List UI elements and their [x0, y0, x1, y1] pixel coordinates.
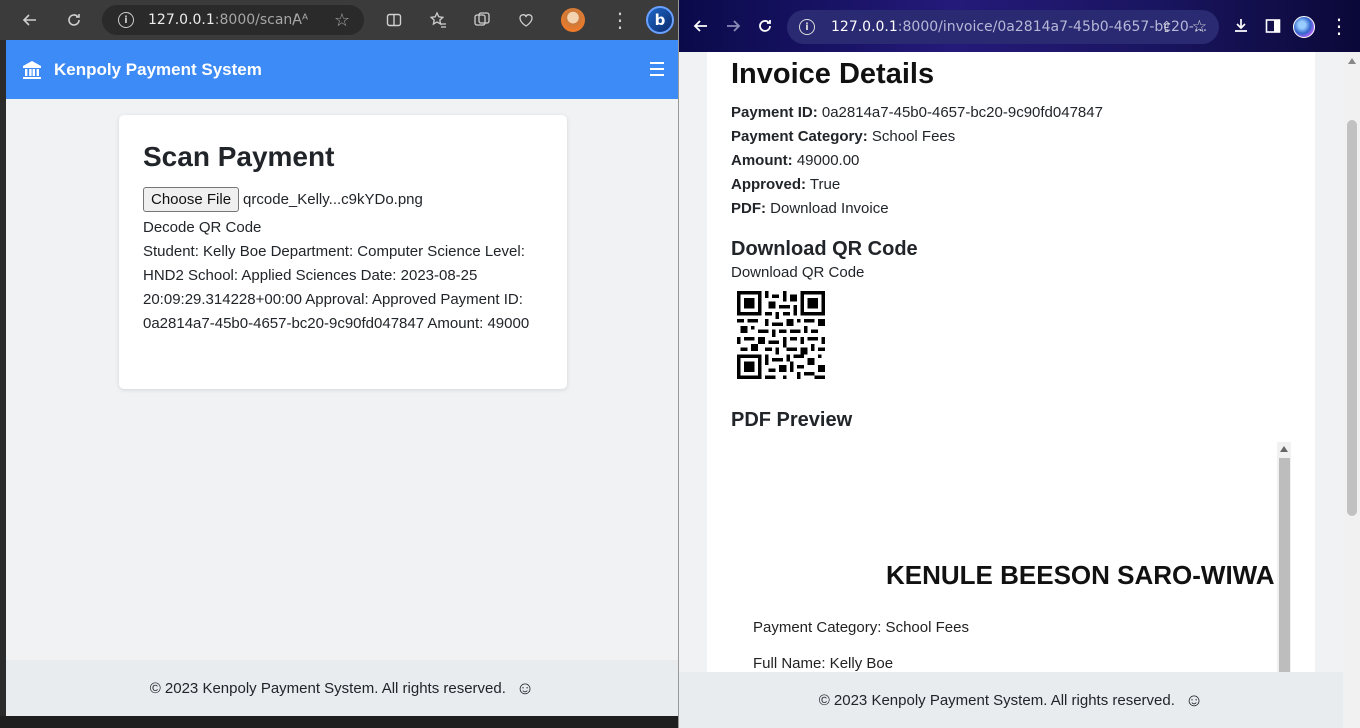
favorite-star-icon[interactable]: ☆: [334, 10, 350, 31]
url-host: 127.0.0.1: [148, 12, 215, 28]
brand-title[interactable]: Kenpoly Payment System: [54, 60, 262, 80]
more-menu-icon[interactable]: ⋮: [1325, 12, 1353, 40]
choose-file-button[interactable]: Choose File: [143, 187, 240, 212]
share-icon[interactable]: ⇪: [1160, 18, 1173, 36]
more-menu-icon[interactable]: ⋮: [606, 6, 634, 34]
chrome-window: i 127.0.0.1:8000/invoice/0a2814a7-45b0-4…: [678, 0, 1360, 728]
url-host: 127.0.0.1: [831, 19, 898, 35]
page-scroll-up-icon[interactable]: [1348, 58, 1356, 64]
qr-code-image[interactable]: [737, 291, 825, 379]
smiley-icon: ☺: [515, 677, 535, 698]
pdf-scrollbar[interactable]: [1277, 442, 1291, 672]
navbar: Kenpoly Payment System: [6, 40, 678, 99]
footer: © 2023 Kenpoly Payment System. All right…: [679, 672, 1343, 728]
payment-id-value: 0a2814a7-45b0-4657-bc20-9c90fd047847: [821, 104, 1103, 121]
profile-avatar[interactable]: [1293, 16, 1315, 38]
smiley-icon: ☺: [1184, 689, 1204, 710]
invoice-page: Invoice Details Payment ID: 0a2814a7-45b…: [679, 52, 1360, 728]
refresh-icon[interactable]: [751, 12, 779, 40]
read-aloud-icon[interactable]: Aᴬ: [292, 12, 308, 28]
payment-id-row: Payment ID: 0a2814a7-45b0-4657-bc20-9c90…: [731, 101, 1315, 125]
file-input[interactable]: Choose File qrcode_Kelly...c9kYDo.png: [143, 187, 543, 212]
pdf-name-line: Full Name: Kelly Boe: [753, 655, 894, 672]
edge-window: i 127.0.0.1:8000/scan/ Aᴬ ☆ ⋮ b Kenpoly…: [0, 0, 678, 728]
pdf-scroll-thumb[interactable]: [1279, 458, 1290, 672]
pdf-category-line: Payment Category: School Fees: [753, 619, 969, 636]
decoded-result-text: Student: Kelly Boe Department: Computer …: [143, 243, 530, 332]
approved-label: Approved:: [731, 176, 806, 193]
bing-copilot-icon[interactable]: b: [646, 6, 674, 34]
footer: © 2023 Kenpoly Payment System. All right…: [6, 660, 678, 716]
back-arrow-icon[interactable]: [16, 6, 44, 34]
invoice-title: Invoice Details: [731, 58, 935, 90]
download-icon[interactable]: [1227, 12, 1255, 40]
pdf-document-title: KENULE BEESON SARO-WIWA: [886, 560, 1275, 590]
category-row: Payment Category: School Fees: [731, 125, 1315, 149]
amount-value: 49000.00: [796, 152, 860, 169]
forward-arrow-icon[interactable]: [719, 12, 747, 40]
browser-essentials-icon[interactable]: [512, 6, 540, 34]
bank-icon: [23, 60, 41, 79]
chrome-toolbar: i 127.0.0.1:8000/invoice/0a2814a7-45b0-4…: [679, 0, 1360, 52]
download-invoice-link[interactable]: Download Invoice: [770, 200, 888, 217]
invoice-details: Payment ID: 0a2814a7-45b0-4657-bc20-9c90…: [731, 101, 1315, 221]
split-screen-icon[interactable]: [380, 6, 408, 34]
footer-text: © 2023 Kenpoly Payment System. All right…: [149, 679, 506, 697]
category-label: Payment Category:: [731, 128, 868, 145]
amount-row: Amount: 49000.00: [731, 149, 1315, 173]
profile-avatar[interactable]: [561, 8, 585, 32]
page-title: Scan Payment: [143, 141, 335, 172]
edge-toolbar: i 127.0.0.1:8000/scan/ Aᴬ ☆ ⋮ b: [0, 0, 678, 40]
payment-id-label: Payment ID:: [731, 104, 818, 121]
address-bar[interactable]: i 127.0.0.1:8000/invoice/0a2814a7-45b0-4…: [787, 10, 1219, 44]
category-value: School Fees: [871, 128, 956, 145]
back-arrow-icon[interactable]: [687, 12, 715, 40]
refresh-icon[interactable]: [60, 6, 88, 34]
footer-text: © 2023 Kenpoly Payment System. All right…: [818, 691, 1175, 709]
download-qr-link[interactable]: Download QR Code: [731, 261, 1315, 285]
taskbar-strip: [0, 716, 678, 728]
pdf-row: PDF: Download Invoice: [731, 197, 1315, 221]
site-info-icon[interactable]: i: [799, 19, 815, 35]
invoice-card: Invoice Details Payment ID: 0a2814a7-45b…: [707, 52, 1315, 672]
hamburger-menu-icon[interactable]: [650, 62, 664, 80]
url-path: :8000/scan/: [214, 12, 298, 28]
approved-value: True: [809, 176, 841, 193]
address-bar[interactable]: i 127.0.0.1:8000/scan/ Aᴬ ☆: [102, 5, 364, 35]
decode-qr-button[interactable]: Decode QR Code: [143, 216, 543, 240]
pdf-preview-heading: PDF Preview: [731, 409, 853, 431]
pdf-label: PDF:: [731, 200, 766, 217]
qr-heading: Download QR Code: [731, 238, 918, 260]
scan-card: Scan Payment Choose File qrcode_Kelly...…: [119, 115, 567, 389]
selected-file-name: qrcode_Kelly...c9kYDo.png: [243, 191, 423, 208]
amount-label: Amount:: [731, 152, 793, 169]
page-scrollbar[interactable]: [1343, 52, 1360, 728]
collections-icon[interactable]: [468, 6, 496, 34]
pdf-preview-frame[interactable]: KENULE BEESON SARO-WIWA Payment Category…: [731, 442, 1291, 672]
site-info-icon[interactable]: i: [118, 12, 134, 28]
scan-page: Kenpoly Payment System Scan Payment Choo…: [6, 40, 678, 728]
page-scroll-thumb[interactable]: [1347, 120, 1357, 516]
favorites-icon[interactable]: [424, 6, 452, 34]
bookmark-star-icon[interactable]: ☆: [1192, 17, 1207, 37]
side-panel-icon[interactable]: [1259, 12, 1287, 40]
pdf-scroll-up-icon[interactable]: [1280, 446, 1288, 452]
approved-row: Approved: True: [731, 173, 1315, 197]
